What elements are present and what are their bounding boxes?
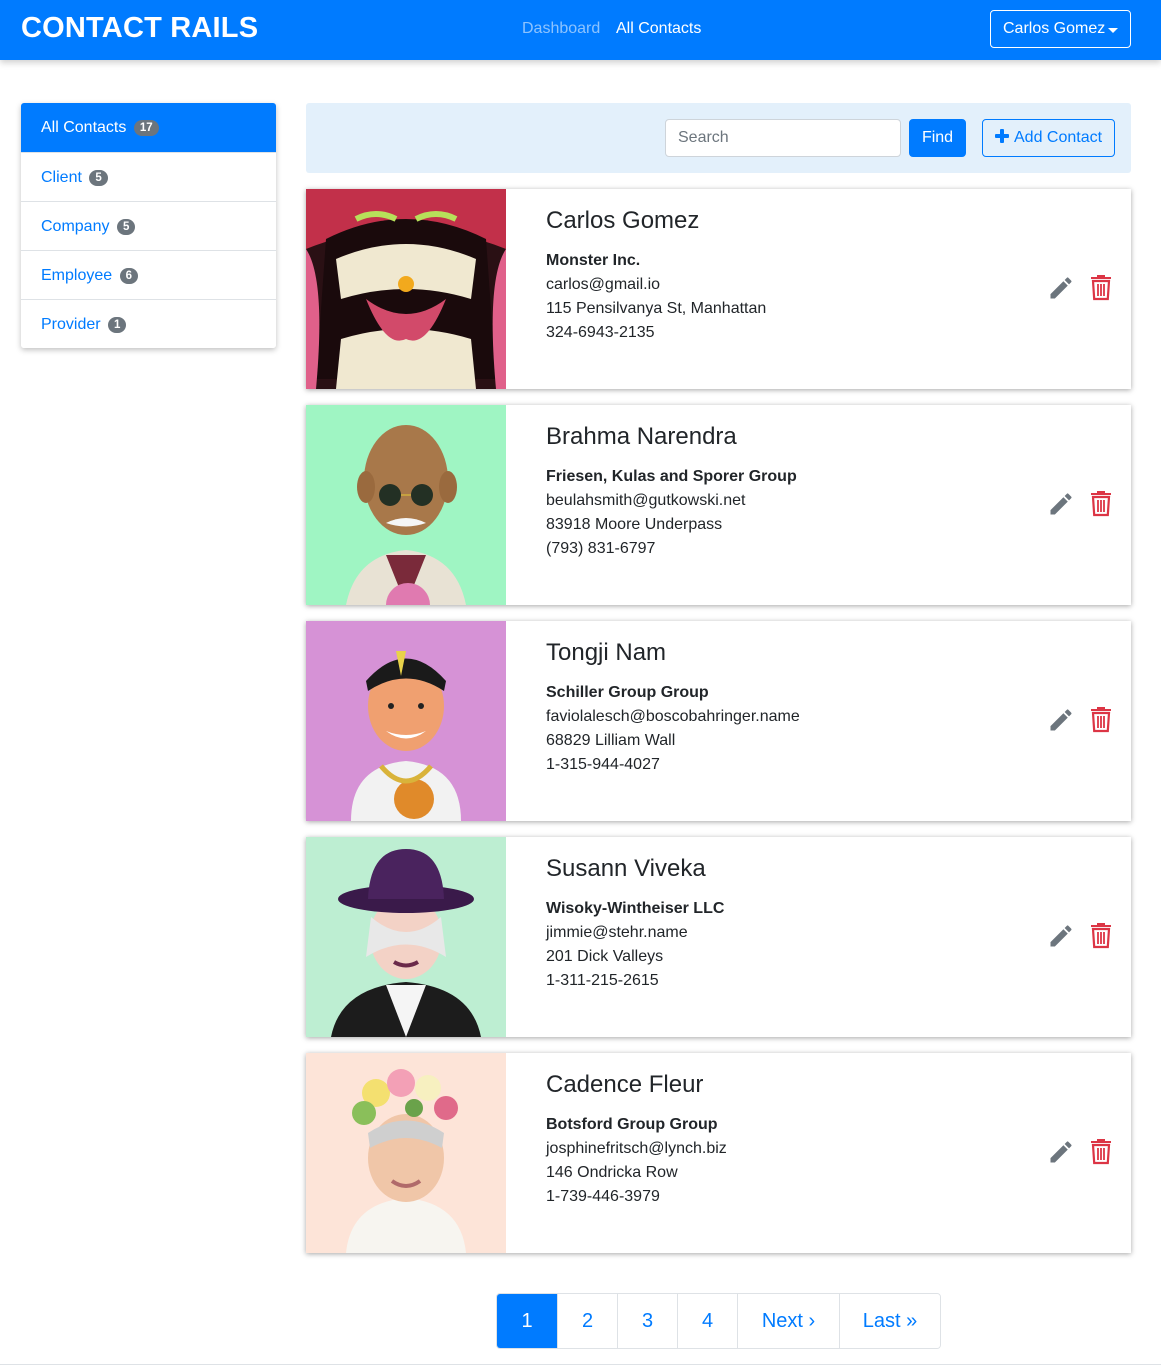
sidebar-item-company[interactable]: Company 5 <box>21 201 276 250</box>
search-input[interactable] <box>665 119 901 157</box>
contact-info: Brahma Narendra Friesen, Kulas and Spore… <box>546 423 797 561</box>
contact-address: 201 Dick Valleys <box>546 948 664 965</box>
contact-name: Cadence Fleur <box>546 1071 704 1098</box>
contact-name: Susann Viveka <box>546 855 706 882</box>
contact-email: josphinefritsch@lynch.biz <box>546 1140 727 1157</box>
contact-name: Brahma Narendra <box>546 423 737 450</box>
count-badge: 5 <box>89 170 108 186</box>
sidebar-item-label: All Contacts <box>41 119 127 136</box>
delete-button[interactable] <box>1089 489 1113 517</box>
nav-dashboard[interactable]: Dashboard <box>522 20 600 38</box>
avatar <box>306 621 506 821</box>
contact-phone: 1-311-215-2615 <box>546 972 659 989</box>
count-badge: 6 <box>119 268 139 284</box>
avatar <box>306 189 506 389</box>
add-contact-button[interactable]: Add Contact <box>982 119 1115 157</box>
contact-address: 83918 Moore Underpass <box>546 516 723 533</box>
contact-name: Carlos Gomez <box>546 207 700 234</box>
trash-icon <box>1091 491 1111 517</box>
edit-button[interactable] <box>1047 1138 1075 1166</box>
add-contact-label: Add Contact <box>1014 129 1103 146</box>
trash-icon <box>1091 1139 1111 1165</box>
contact-info: Susann Viveka Wisoky-Wintheiser LLC jimm… <box>546 855 724 993</box>
contact-info: Tongji Nam Schiller Group Group faviolal… <box>546 639 800 777</box>
sidebar: All Contacts 17 Client 5 Company 5 Emplo… <box>21 103 276 348</box>
trash-icon <box>1091 707 1111 733</box>
pagination: 1 2 3 4 Next › Last » <box>496 1293 941 1349</box>
contact-company: Schiller Group Group <box>546 684 709 701</box>
delete-button[interactable] <box>1089 705 1113 733</box>
contact-phone: 1-315-944-4027 <box>546 756 660 773</box>
contact-card: Tongji Nam Schiller Group Group faviolal… <box>306 621 1131 821</box>
chevron-down-icon <box>1108 28 1118 33</box>
contact-email: beulahsmith@gutkowski.net <box>546 492 746 509</box>
edit-button[interactable] <box>1047 706 1075 734</box>
edit-button[interactable] <box>1047 922 1075 950</box>
contact-company: Botsford Group Group <box>546 1116 718 1133</box>
avatar <box>306 1053 506 1253</box>
contact-email: faviolalesch@boscobahringer.name <box>546 708 800 725</box>
contact-card: Cadence Fleur Botsford Group Group josph… <box>306 1053 1131 1253</box>
contact-info: Carlos Gomez Monster Inc. carlos@gmail.i… <box>546 207 766 345</box>
nav-all-contacts[interactable]: All Contacts <box>616 20 701 38</box>
pencil-icon <box>1050 709 1072 731</box>
delete-button[interactable] <box>1089 1137 1113 1165</box>
sidebar-item-provider[interactable]: Provider 1 <box>21 299 276 348</box>
contact-company: Friesen, Kulas and Sporer Group <box>546 468 797 485</box>
contact-address: 146 Ondricka Row <box>546 1164 678 1181</box>
edit-button[interactable] <box>1047 490 1075 518</box>
page-3-link[interactable]: 3 <box>617 1294 677 1348</box>
user-dropdown[interactable]: Carlos Gomez <box>990 10 1131 48</box>
footer-divider <box>0 1364 1161 1365</box>
sidebar-item-label: Employee <box>41 267 113 284</box>
sidebar-item-label: Company <box>41 218 110 235</box>
page-4-link[interactable]: 4 <box>677 1294 737 1348</box>
contact-email: carlos@gmail.io <box>546 276 661 293</box>
contact-company: Monster Inc. <box>546 252 641 269</box>
delete-button[interactable] <box>1089 273 1113 301</box>
contact-card: Susann Viveka Wisoky-Wintheiser LLC jimm… <box>306 837 1131 1037</box>
delete-button[interactable] <box>1089 921 1113 949</box>
trash-icon <box>1091 923 1111 949</box>
contact-phone: (793) 831-6797 <box>546 540 656 557</box>
user-name: Carlos Gomez <box>1003 20 1106 37</box>
pencil-icon <box>1050 925 1072 947</box>
contact-phone: 1-739-446-3979 <box>546 1188 660 1205</box>
count-badge: 5 <box>116 219 136 235</box>
contact-info: Cadence Fleur Botsford Group Group josph… <box>546 1071 727 1209</box>
count-badge: 17 <box>133 120 159 136</box>
brand-logo[interactable]: CONTACT RAILS <box>21 12 258 45</box>
contact-card: Brahma Narendra Friesen, Kulas and Spore… <box>306 405 1131 605</box>
search-bar: Find Add Contact <box>306 103 1131 173</box>
sidebar-item-client[interactable]: Client 5 <box>21 152 276 201</box>
find-button[interactable]: Find <box>909 119 966 157</box>
avatar <box>306 837 506 1037</box>
contact-name: Tongji Nam <box>546 639 667 666</box>
page-2-link[interactable]: 2 <box>557 1294 617 1348</box>
plus-icon <box>995 129 1009 143</box>
contact-address: 115 Pensilvanya St, Manhattan <box>546 300 767 317</box>
page-1-link[interactable]: 1 <box>497 1294 557 1348</box>
edit-button[interactable] <box>1047 274 1075 302</box>
contact-company: Wisoky-Wintheiser LLC <box>546 900 725 917</box>
sidebar-item-label: Provider <box>41 316 101 333</box>
trash-icon <box>1091 275 1111 301</box>
pencil-icon <box>1050 493 1072 515</box>
sidebar-item-all-contacts[interactable]: All Contacts 17 <box>21 103 276 152</box>
avatar <box>306 405 506 605</box>
contact-phone: 324-6943-2135 <box>546 324 655 341</box>
next-page-link[interactable]: Next › <box>737 1294 839 1348</box>
contact-card: Carlos Gomez Monster Inc. carlos@gmail.i… <box>306 189 1131 389</box>
pencil-icon <box>1050 277 1072 299</box>
last-page-link[interactable]: Last » <box>839 1294 940 1348</box>
count-badge: 1 <box>108 317 127 333</box>
sidebar-item-employee[interactable]: Employee 6 <box>21 250 276 299</box>
contact-email: jimmie@stehr.name <box>546 924 688 941</box>
navbar: CONTACT RAILS Dashboard All Contacts Car… <box>0 0 1161 60</box>
sidebar-item-label: Client <box>41 169 82 186</box>
pencil-icon <box>1050 1141 1072 1163</box>
contact-address: 68829 Lilliam Wall <box>546 732 676 749</box>
